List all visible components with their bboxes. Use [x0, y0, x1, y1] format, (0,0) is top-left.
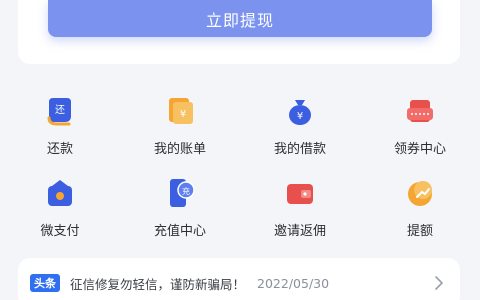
- service-label: 邀请返佣: [273, 224, 326, 239]
- service-label: 我的账单: [153, 142, 206, 157]
- svg-text:充: 充: [182, 186, 190, 196]
- svg-text:¥: ¥: [180, 109, 186, 120]
- raise-limit-icon: [403, 176, 437, 210]
- withdraw-button[interactable]: 立即提现: [48, 0, 432, 37]
- service-label: 我的借款: [273, 142, 326, 157]
- service-repay[interactable]: 还 还款: [0, 94, 120, 164]
- news-headline[interactable]: 征信修复勿轻信，谨防新骗局！: [70, 274, 245, 293]
- news-bar[interactable]: 头条 征信修复勿轻信，谨防新骗局！ 2022/05/30: [18, 258, 460, 300]
- service-loan[interactable]: ¥ 我的借款: [240, 94, 360, 164]
- service-label: 领券中心: [393, 142, 446, 157]
- news-date: 2022/05/30: [257, 275, 330, 291]
- loan-bag-icon: ¥: [283, 94, 317, 128]
- bill-icon: ¥: [163, 94, 197, 128]
- service-label: 充值中心: [153, 224, 206, 239]
- service-invite[interactable]: 邀请返佣: [240, 176, 360, 246]
- service-grid: 还 还款 ¥ 我的账单 ¥ 我的借款 领券中心 微支付 充 充值中心 邀请返佣 …: [0, 88, 480, 248]
- chevron-right-icon[interactable]: [432, 274, 446, 292]
- repay-icon: 还: [43, 94, 77, 128]
- wallet-icon: [43, 176, 77, 210]
- invite-wallet-icon: [283, 176, 317, 210]
- svg-text:¥: ¥: [297, 111, 303, 122]
- service-recharge[interactable]: 充 充值中心: [120, 176, 240, 246]
- service-bill[interactable]: ¥ 我的账单: [120, 94, 240, 164]
- service-coupon[interactable]: 领券中心: [360, 94, 480, 164]
- coupon-icon: [403, 94, 437, 128]
- service-label: 还款: [46, 142, 73, 157]
- service-label: 提额: [406, 224, 433, 239]
- svg-text:还: 还: [55, 104, 65, 116]
- news-tag: 头条: [30, 274, 60, 292]
- recharge-phone-icon: 充: [163, 176, 197, 210]
- service-label: 微支付: [40, 224, 80, 239]
- service-raise-limit[interactable]: 提额: [360, 176, 480, 246]
- service-micropay[interactable]: 微支付: [0, 176, 120, 246]
